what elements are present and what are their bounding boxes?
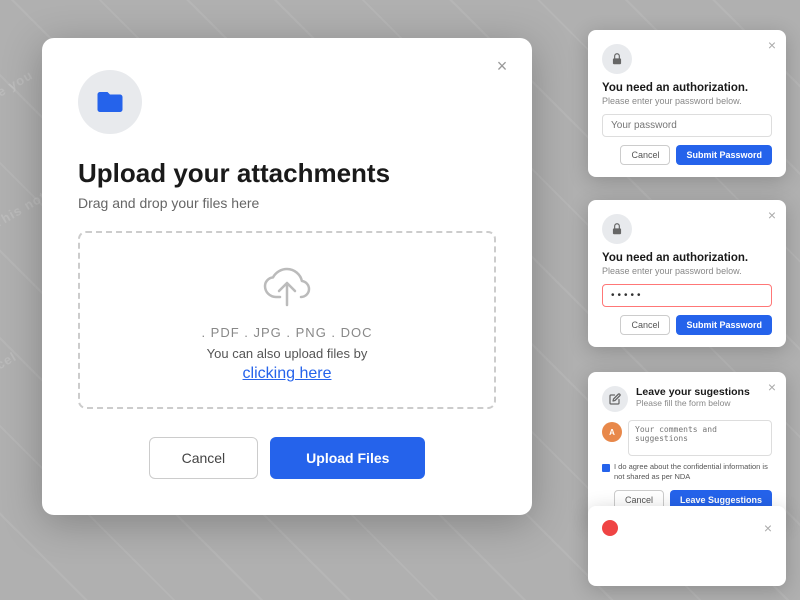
auth-modal-2-input[interactable] [602,284,772,307]
lock-icon-2 [610,222,624,236]
suggestion-textarea[interactable] [628,420,772,456]
auth-modal-1-subtitle: Please enter your password below. [602,96,772,106]
auth-modal-2-close[interactable]: × [768,208,776,222]
pencil-icon-wrap [602,386,628,412]
auth-modal-2: × You need an authorization. Please ente… [588,200,786,347]
auth-modal-1: × You need an authorization. Please ente… [588,30,786,177]
auth-modal-1-cancel[interactable]: Cancel [620,145,670,165]
lock-icon-1 [610,52,624,66]
upload-cloud-icon [261,265,313,313]
lock-icon-wrap-1 [602,44,632,74]
suggest-body: A [602,420,772,456]
auth-modal-2-buttons: Cancel Submit Password [602,315,772,335]
click-here-link[interactable]: clicking here [243,365,332,383]
auth-modal-1-submit[interactable]: Submit Password [676,145,772,165]
user-avatar: A [602,422,622,442]
nda-checkbox-label: I do agree about the confidential inform… [614,462,772,482]
auth-modal-1-title: You need an authorization. [602,82,772,94]
upload-button[interactable]: Upload Files [270,437,425,479]
auth-modal-2-cancel[interactable]: Cancel [620,315,670,335]
bottom-modal-close[interactable]: × [764,520,772,536]
upload-modal-close[interactable]: × [490,54,514,78]
modal-subtitle: Drag and drop your files here [78,195,496,211]
suggestion-modal-close[interactable]: × [768,380,776,394]
folder-icon-wrap [78,70,142,134]
suggestion-modal: × Leave your sugestions Please fill the … [588,372,786,522]
bottom-modal: × [588,506,786,586]
upload-modal: × Upload your attachments Drag and drop … [42,38,532,515]
drop-zone[interactable]: . PDF . JPG . PNG . DOC You can also upl… [78,231,496,409]
auth-modal-1-buttons: Cancel Submit Password [602,145,772,165]
suggest-checkbox-row: I do agree about the confidential inform… [602,462,772,482]
nda-checkbox[interactable] [602,464,610,472]
folder-icon [95,87,125,117]
lock-icon-wrap-2 [602,214,632,244]
modal-title: Upload your attachments [78,158,496,189]
suggest-title: Leave your sugestions [636,386,750,398]
suggest-subtitle: Please fill the form below [636,398,750,408]
modal-action-buttons: Cancel Upload Files [78,437,496,479]
auth-modal-1-close[interactable]: × [768,38,776,52]
suggest-title-group: Leave your sugestions Please fill the fo… [636,386,750,408]
auth-modal-2-submit[interactable]: Submit Password [676,315,772,335]
file-types-label: . PDF . JPG . PNG . DOC [201,325,372,340]
cancel-button[interactable]: Cancel [149,437,259,479]
pencil-icon [609,393,621,405]
bottom-modal-top: × [602,520,772,536]
click-text: You can also upload files by [207,346,368,361]
auth-modal-2-subtitle: Please enter your password below. [602,266,772,276]
red-dot-icon [602,520,618,536]
auth-modal-1-input[interactable] [602,114,772,137]
auth-modal-2-title: You need an authorization. [602,252,772,264]
suggest-header: Leave your sugestions Please fill the fo… [602,386,772,412]
